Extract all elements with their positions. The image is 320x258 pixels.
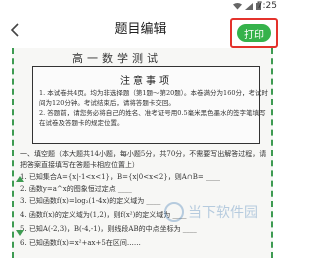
question-line: 把答案直接填写在答题卡相应位置上） bbox=[20, 161, 139, 169]
print-button[interactable]: 打印 bbox=[237, 24, 271, 42]
signal-icon bbox=[245, 2, 253, 10]
question-line: 3. 已知函数f(x)=log₂(1-4x)的定义域为 ____ bbox=[20, 197, 161, 205]
question-line: 2. 函数y=a^x的图象恒过定点 ____ bbox=[20, 185, 132, 193]
resize-handle-down-icon[interactable] bbox=[16, 230, 24, 236]
notice-line: 2. 答题前，请您务必将自己的姓名、准考证号用0.5毫米黑色墨水的签字笔填写 bbox=[39, 109, 266, 117]
top-bar: 题目编辑 打印 bbox=[0, 12, 281, 49]
document-title: 高一数学测试 bbox=[72, 52, 162, 65]
question-line: 1. 已知集合A={x|-1<x<1}，B={x|0<x<2}，则A∩B= __… bbox=[20, 173, 220, 181]
watermark-logo-icon bbox=[164, 202, 184, 222]
wifi-icon bbox=[233, 2, 242, 9]
watermark-text: 当下软件园 bbox=[188, 205, 258, 221]
notice-box: 注意事项 1. 本试卷共4页。均为非选择题（第1题～第20题）。本卷满分为160… bbox=[32, 66, 268, 144]
question-line: 6. 已知函数f(x)=x²+ax+5在区间…… bbox=[20, 239, 141, 247]
document-preview[interactable]: 高一数学测试 注意事项 1. 本试卷共4页。均为非选择题（第1题～第20题）。本… bbox=[12, 48, 273, 258]
question-line: 4. 函数f(x)的定义域为(1,2)，则f(x²)的定义域为 ____ bbox=[20, 211, 187, 219]
print-button-highlight: 打印 bbox=[230, 18, 278, 48]
content-area: 高一数学测试 注意事项 1. 本试卷共4页。均为非选择题（第1题～第20题）。本… bbox=[0, 48, 281, 258]
notice-title: 注意事项 bbox=[120, 76, 172, 87]
notice-line: 间为120分钟。考试结束后，请将答题卡交回。 bbox=[39, 99, 175, 107]
question-line: 一、填空题（本大题共14小题，每小题5分，共70分，不需要写出解答过程，请 bbox=[20, 150, 267, 158]
status-bar: 7:25 bbox=[0, 0, 281, 12]
notice-line: 1. 本试卷共4页。均为非选择题（第1题～第20题）。本卷满分为160分，考试时 bbox=[39, 89, 268, 97]
status-time: 7:25 bbox=[256, 1, 277, 11]
resize-handle-up-icon[interactable] bbox=[16, 176, 24, 182]
watermark: 当下软件园 bbox=[164, 198, 264, 226]
notice-line: 在试卷及答题卡的规定位置。 bbox=[39, 119, 124, 127]
